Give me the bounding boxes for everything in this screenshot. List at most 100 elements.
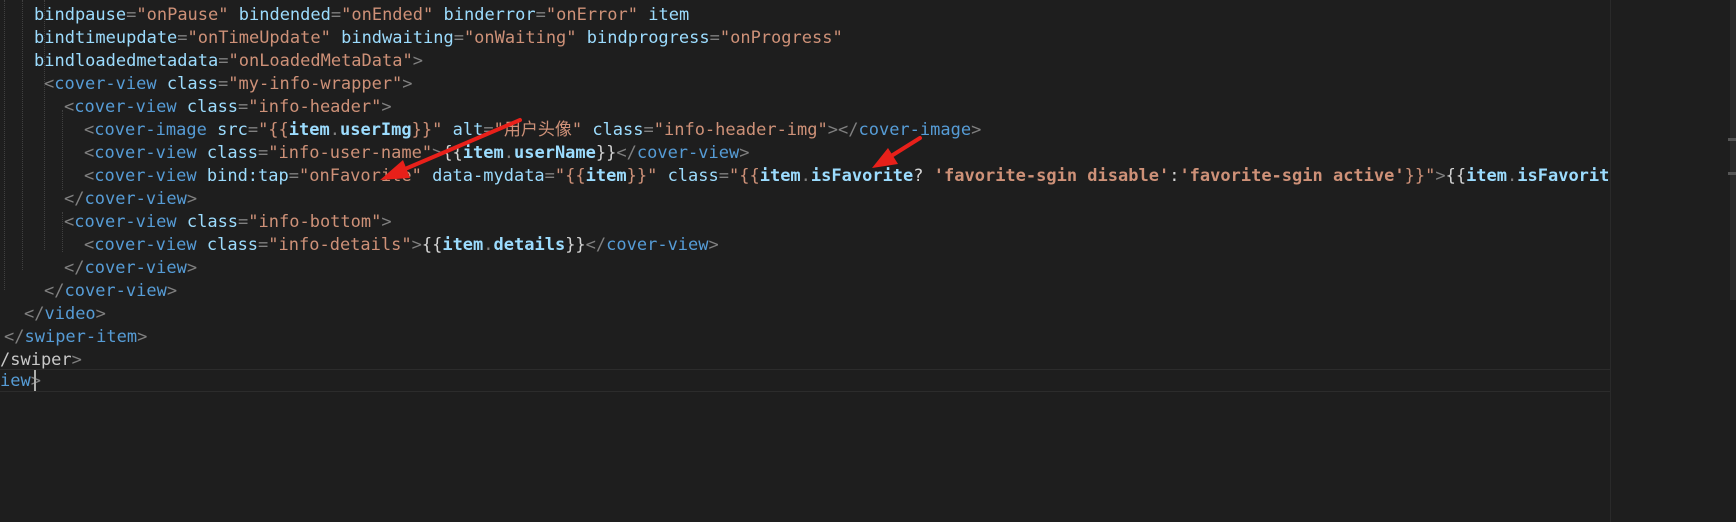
vertical-scrollbar[interactable] bbox=[1730, 0, 1736, 300]
code-line[interactable]: bindloadedmetadata="onLoadedMetaData"> bbox=[34, 50, 423, 73]
token: = bbox=[709, 28, 720, 48]
token: = bbox=[126, 5, 137, 25]
token: > bbox=[71, 350, 82, 370]
tag-name: video bbox=[44, 304, 96, 324]
tag-name: cover-view bbox=[54, 74, 157, 94]
token: . bbox=[503, 143, 514, 163]
token: = bbox=[544, 166, 555, 186]
attr-name: data-mydata bbox=[432, 166, 545, 186]
mustache: }} bbox=[595, 143, 617, 163]
token: </ bbox=[838, 120, 859, 140]
token: </ bbox=[44, 281, 65, 301]
token: </ bbox=[24, 304, 45, 324]
token: = bbox=[643, 120, 654, 140]
attr-name: class bbox=[166, 74, 219, 94]
expr-prop: userImg bbox=[339, 120, 412, 140]
token: > bbox=[827, 120, 838, 140]
operator: ? bbox=[913, 166, 924, 186]
token: < bbox=[84, 143, 95, 163]
code-line[interactable]: <cover-view class="my-info-wrapper"> bbox=[44, 73, 413, 96]
attr-name: class bbox=[186, 212, 239, 232]
mustache: }} bbox=[565, 235, 586, 255]
expr-item: item bbox=[585, 166, 627, 186]
token: > bbox=[137, 327, 148, 347]
code-line[interactable]: bindtimeupdate="onTimeUpdate" bindwaitin… bbox=[34, 27, 843, 50]
attr-name: class bbox=[592, 120, 644, 140]
code-area[interactable]: bindpause="onPause" bindended="onEnded" … bbox=[0, 0, 1610, 522]
token: . bbox=[329, 120, 340, 140]
code-editor[interactable]: bindpause="onPause" bindended="onEnded" … bbox=[0, 0, 1736, 522]
code-line[interactable]: <cover-view bind:tap="onFavorite" data-m… bbox=[84, 165, 1610, 188]
code-line[interactable]: </cover-view> bbox=[64, 257, 197, 280]
attr-value: }}" bbox=[626, 166, 658, 186]
attr-value: "用户头像" bbox=[493, 120, 583, 140]
code-line[interactable]: bindpause="onPause" bindended="onEnded" … bbox=[34, 4, 689, 27]
token: = bbox=[238, 212, 249, 232]
expr-item: item bbox=[462, 143, 504, 163]
token: = bbox=[288, 166, 299, 186]
expr-prop: details bbox=[493, 235, 566, 255]
expr-item: item bbox=[442, 235, 484, 255]
tag-name: swiper-item bbox=[24, 327, 138, 347]
code-line[interactable]: </cover-view> bbox=[44, 280, 177, 303]
token: < bbox=[84, 166, 95, 186]
token: > bbox=[971, 120, 982, 140]
attr-value: }}" bbox=[411, 120, 443, 140]
attr-name: bindwaiting bbox=[341, 28, 454, 48]
tag-name: cover-view bbox=[94, 143, 197, 163]
indent-guide bbox=[62, 212, 63, 252]
token: > bbox=[708, 235, 719, 255]
expr-prop: isFavorite bbox=[1517, 166, 1610, 186]
token: . bbox=[1507, 166, 1518, 186]
code-line[interactable]: <cover-view class="info-details">{{item.… bbox=[84, 234, 719, 257]
attr-value: "onFavorite" bbox=[299, 166, 422, 186]
code-line[interactable]: </cover-view> bbox=[64, 188, 197, 211]
tag-name: cover-view bbox=[636, 143, 740, 163]
attr-value: "onError" bbox=[545, 5, 638, 25]
indent-guide bbox=[62, 110, 63, 190]
mustache: {{ bbox=[1445, 166, 1467, 186]
expr-item: item bbox=[759, 166, 801, 186]
attr-value: "{{ bbox=[729, 166, 760, 186]
token: < bbox=[64, 212, 75, 232]
code-line[interactable]: </video> bbox=[24, 303, 106, 326]
token: = bbox=[258, 143, 269, 163]
token: > bbox=[1435, 166, 1446, 186]
tag-name: iew bbox=[0, 371, 31, 391]
mustache: {{ bbox=[421, 235, 443, 255]
token: = bbox=[247, 120, 259, 140]
minimap[interactable] bbox=[1611, 0, 1736, 522]
code-line[interactable]: <cover-view class="info-user-name">{{ite… bbox=[84, 142, 749, 165]
attr-name: class bbox=[667, 166, 719, 186]
tag-name: cover-image bbox=[858, 120, 972, 140]
token: = bbox=[330, 5, 342, 25]
attr-value: }}" bbox=[1404, 166, 1436, 186]
text-cursor bbox=[34, 370, 36, 391]
token: = bbox=[238, 97, 249, 117]
expr-item: item bbox=[1466, 166, 1508, 186]
attr-name: class bbox=[186, 97, 239, 117]
tag-name: cover-view bbox=[94, 166, 197, 186]
code-line[interactable]: <cover-view class="info-header"> bbox=[64, 96, 392, 119]
code-line[interactable]: <cover-view class="info-bottom"> bbox=[64, 211, 392, 234]
token: > bbox=[412, 51, 423, 71]
attr-name: src bbox=[217, 120, 248, 140]
expr-prop: isFavorite bbox=[810, 166, 914, 186]
token: < bbox=[84, 120, 95, 140]
attr-value: "onTimeUpdate" bbox=[187, 28, 331, 48]
tag-name: cover-image bbox=[94, 120, 207, 140]
code-line[interactable]: </swiper-item> bbox=[4, 326, 147, 349]
expr-item: item bbox=[288, 120, 330, 140]
code-line[interactable]: <cover-image src="{{item.userImg}}" alt=… bbox=[84, 119, 981, 142]
attr-value: "onPause" bbox=[136, 5, 229, 25]
code-line[interactable]: /swiper> bbox=[0, 349, 82, 372]
token: > bbox=[186, 258, 198, 278]
